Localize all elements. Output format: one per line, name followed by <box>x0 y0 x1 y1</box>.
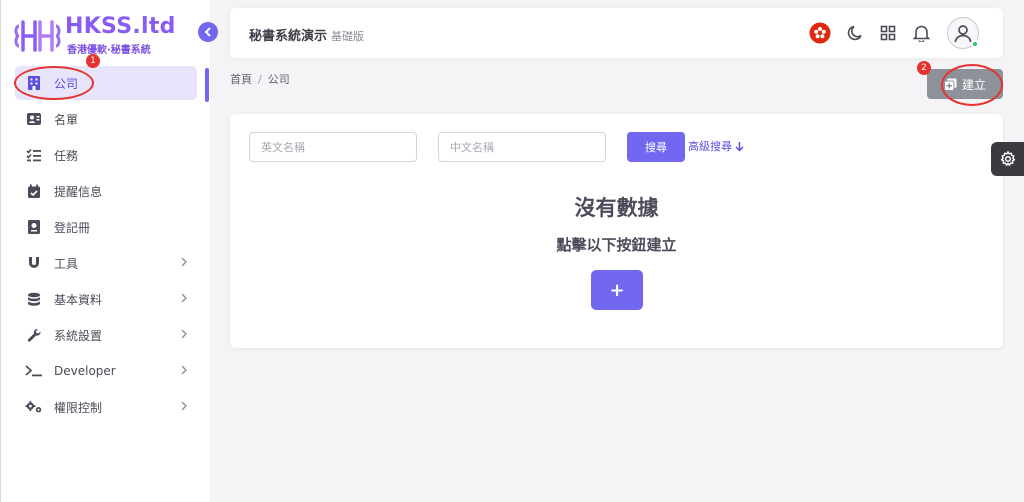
chevron-right-icon <box>181 401 187 411</box>
breadcrumb: 首頁 / 公司 <box>230 71 290 87</box>
annotation-marker-2: 2 <box>917 61 931 75</box>
online-status-dot <box>971 40 979 48</box>
sidebar-item-label: 系統設置 <box>54 328 103 343</box>
empty-state-title: 沒有數據 <box>574 196 659 220</box>
english-name-input[interactable] <box>249 132 417 162</box>
empty-state-subtitle: 點擊以下按鈕建立 <box>556 236 677 254</box>
terminal-icon <box>25 362 43 380</box>
user-avatar[interactable] <box>947 17 979 49</box>
sidebar-collapse-button[interactable] <box>198 22 218 42</box>
sidebar-item-tools[interactable]: 工具 <box>15 246 197 280</box>
sidebar-item-reminders[interactable]: 提醒信息 <box>15 174 197 208</box>
brand-title: HKSS.ltd <box>65 14 176 39</box>
bell-icon <box>912 25 930 42</box>
checklist-icon <box>25 146 43 164</box>
add-new-button[interactable]: + <box>591 270 643 310</box>
calendar-check-icon <box>25 182 43 200</box>
brand-logo[interactable]: HKSS.ltd 香港優軟·秘書系統 <box>11 12 191 56</box>
language-switch[interactable] <box>809 22 831 44</box>
annotation-marker-1: 1 <box>86 54 100 68</box>
gears-icon <box>25 398 43 416</box>
arrow-down-icon <box>735 141 744 152</box>
top-header: 秘書系統演示 基礎版 <box>230 8 1003 58</box>
chevron-left-icon <box>204 27 211 37</box>
register-book-icon <box>25 218 43 236</box>
notifications[interactable] <box>910 22 932 44</box>
brand-subtitle: 香港優軟·秘書系統 <box>67 45 151 56</box>
sidebar-item-label: 工具 <box>54 256 79 271</box>
active-indicator <box>205 68 209 102</box>
app-edition: 基礎版 <box>331 30 365 43</box>
breadcrumb-separator: / <box>258 73 262 86</box>
chevron-right-icon <box>181 365 187 375</box>
sidebar-item-developer[interactable]: Developer <box>15 354 197 388</box>
database-icon <box>25 290 43 308</box>
sidebar-item-label: Developer <box>54 364 116 378</box>
apps-menu[interactable] <box>877 22 899 44</box>
sidebar-item-system-settings[interactable]: 系統設置 <box>15 318 197 352</box>
app-title-text: 秘書系統演示 <box>249 29 328 44</box>
sidebar-item-label: 名單 <box>54 112 79 127</box>
advanced-search-link[interactable]: 高級搜尋 <box>688 138 744 154</box>
grid-icon <box>880 25 896 41</box>
chevron-right-icon <box>181 293 187 303</box>
sidebar-item-label: 基本資料 <box>54 292 103 307</box>
breadcrumb-current: 公司 <box>267 73 290 86</box>
sidebar-item-label: 權限控制 <box>54 400 103 415</box>
theme-toggle[interactable] <box>845 22 867 44</box>
app-title: 秘書系統演示 基礎版 <box>249 25 364 44</box>
search-button[interactable]: 搜尋 <box>627 132 685 162</box>
annotation-circle-1 <box>14 66 94 100</box>
main-card: 搜尋 高級搜尋 沒有數據 點擊以下按鈕建立 + <box>230 114 1003 348</box>
user-avatar-icon <box>954 25 972 43</box>
breadcrumb-home[interactable]: 首頁 <box>230 73 252 86</box>
magnet-icon <box>25 254 43 272</box>
chevron-right-icon <box>181 329 187 339</box>
customizer-toggle[interactable] <box>991 142 1024 176</box>
sidebar-item-label: 任務 <box>54 148 79 163</box>
sidebar-item-permissions[interactable]: 權限控制 <box>15 390 197 424</box>
advanced-search-label: 高級搜尋 <box>688 140 732 153</box>
sidebar-nav: 公司 名單 任務 提醒信息 登記冊 工具 基本資料 系統設置 Developer… <box>15 66 197 426</box>
contact-card-icon <box>25 110 43 128</box>
chevron-right-icon <box>181 257 187 267</box>
annotation-circle-2 <box>941 64 1003 106</box>
sidebar-item-label: 提醒信息 <box>54 184 103 199</box>
chinese-name-input[interactable] <box>438 132 606 162</box>
sidebar-item-master-data[interactable]: 基本資料 <box>15 282 197 316</box>
logo-mark-icon <box>14 20 61 52</box>
moon-icon <box>847 25 862 41</box>
wrench-icon <box>25 326 43 344</box>
sidebar-item-contacts[interactable]: 名單 <box>15 102 197 136</box>
hk-flag-icon <box>809 22 831 44</box>
sidebar-item-label: 登記冊 <box>54 220 91 235</box>
sidebar-item-register[interactable]: 登記冊 <box>15 210 197 244</box>
gear-icon <box>1000 151 1015 167</box>
sidebar-item-tasks[interactable]: 任務 <box>15 138 197 172</box>
